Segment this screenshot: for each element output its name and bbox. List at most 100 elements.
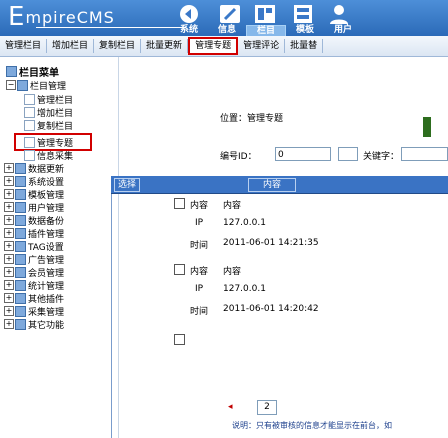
- tree-label: 增加栏目: [37, 108, 74, 119]
- logo-underline: [36, 27, 186, 28]
- entry-checkbox[interactable]: [174, 198, 185, 209]
- tab-batch-replace[interactable]: 批量替: [285, 39, 324, 53]
- tree-label: 其他插件: [28, 294, 65, 305]
- tree-group[interactable]: + 广告管理: [4, 253, 64, 266]
- entry-time: 2011-06-01 14:20:42: [223, 304, 319, 314]
- nav-user[interactable]: 用户: [324, 25, 362, 36]
- folder-icon: [17, 79, 28, 91]
- expand-icon[interactable]: +: [4, 215, 14, 225]
- tree-group[interactable]: + 采集管理: [4, 305, 65, 318]
- nav-template[interactable]: 模板: [286, 25, 324, 36]
- entry-checkbox[interactable]: [174, 264, 185, 275]
- folder-icon: [15, 162, 26, 174]
- prev-page-icon[interactable]: ◂: [228, 402, 233, 412]
- expand-icon[interactable]: +: [4, 202, 14, 212]
- page-number-box[interactable]: 2: [257, 400, 277, 415]
- user-icon[interactable]: [322, 2, 356, 26]
- tree-label: 用户管理: [28, 203, 65, 214]
- tree-item-collect[interactable]: 信息采集: [24, 149, 74, 162]
- tree-label: 复制栏目: [37, 121, 74, 132]
- expand-icon[interactable]: +: [4, 319, 14, 329]
- expand-icon[interactable]: +: [4, 293, 14, 303]
- doc-icon: [24, 93, 35, 105]
- tree-label: 模板管理: [28, 190, 65, 201]
- expand-icon[interactable]: +: [4, 280, 14, 290]
- tab-manage-topics[interactable]: 管理专题: [188, 37, 239, 55]
- top-header: EmpireCMS 系统 信息 栏目 模板 用户: [0, 0, 448, 38]
- entry-ip-label: IP: [195, 218, 204, 228]
- tree-group[interactable]: + 模板管理: [4, 188, 65, 201]
- folder-icon: [15, 188, 26, 200]
- tree-group[interactable]: + TAG设置: [4, 240, 64, 253]
- tree-group[interactable]: + 用户管理: [4, 201, 65, 214]
- collapse-icon[interactable]: −: [6, 80, 16, 90]
- tree-root[interactable]: 栏目菜单: [6, 65, 59, 79]
- tree-group[interactable]: + 其它功能: [4, 318, 65, 331]
- entry-value: 内容: [223, 201, 242, 211]
- tree-group[interactable]: + 数据备份: [4, 214, 64, 227]
- tab-manage-columns[interactable]: 管理栏目: [0, 39, 48, 53]
- expand-icon[interactable]: +: [4, 189, 14, 199]
- nav-info[interactable]: 信息: [208, 25, 246, 36]
- folder-icon: [15, 305, 26, 317]
- expand-icon[interactable]: +: [4, 163, 14, 173]
- tab-batch-update[interactable]: 批量更新: [141, 39, 189, 53]
- template-icon[interactable]: [286, 2, 320, 26]
- column-icon[interactable]: [248, 2, 282, 26]
- tree-root-label: 栏目菜单: [19, 67, 59, 79]
- tree-group[interactable]: + 会员管理: [4, 266, 64, 279]
- tree-group-column-manage[interactable]: − 栏目管理: [6, 79, 66, 92]
- entry-ip-label: IP: [195, 284, 204, 294]
- expand-icon[interactable]: +: [4, 176, 14, 186]
- folder-icon: [15, 292, 26, 304]
- list-header: 选择 内容: [111, 176, 448, 194]
- tab-add-column[interactable]: 增加栏目: [47, 39, 95, 53]
- tree-label: 数据更新: [28, 164, 65, 175]
- tree-label: 统计管理: [28, 281, 65, 292]
- search-id-input[interactable]: 0: [275, 147, 331, 161]
- tree-group[interactable]: + 其他插件: [4, 292, 65, 305]
- keyword-label: 关键字：: [363, 152, 400, 162]
- folder-icon: [15, 279, 26, 291]
- folder-icon: [15, 253, 26, 265]
- position-label: 位置：管理专题: [220, 114, 284, 124]
- tree-item-copy-column[interactable]: 复制栏目: [24, 119, 74, 132]
- panel-divider: [111, 176, 112, 438]
- expand-icon[interactable]: +: [4, 306, 14, 316]
- select-all-checkbox[interactable]: [174, 334, 185, 345]
- tree-group[interactable]: + 插件管理: [4, 227, 65, 240]
- expand-icon[interactable]: +: [4, 241, 14, 251]
- tree-group[interactable]: + 系统设置: [4, 175, 64, 188]
- tree-item-manage-columns[interactable]: 管理栏目: [24, 93, 73, 106]
- tab-copy-column[interactable]: 复制栏目: [94, 39, 142, 53]
- header-select: 选择: [114, 178, 141, 192]
- entry-ip: 127.0.0.1: [223, 218, 266, 228]
- expand-icon[interactable]: +: [4, 267, 14, 277]
- entry-time: 2011-06-01 14:21:35: [223, 238, 319, 248]
- search-extra-box[interactable]: [338, 147, 358, 161]
- folder-icon: [15, 214, 26, 226]
- tree-group[interactable]: + 数据更新: [4, 162, 65, 175]
- header-content: 内容: [248, 178, 296, 192]
- tree-item-add-column[interactable]: 增加栏目: [24, 106, 74, 119]
- tree-label: 采集管理: [28, 307, 65, 318]
- tree-group[interactable]: + 统计管理: [4, 279, 65, 292]
- doc-icon: [24, 119, 35, 131]
- expand-icon[interactable]: +: [4, 254, 14, 264]
- nav-system[interactable]: 系统: [170, 25, 208, 36]
- info-icon[interactable]: [213, 2, 247, 26]
- tree-label: 插件管理: [28, 229, 65, 240]
- system-icon[interactable]: [172, 2, 206, 26]
- folder-icon: [15, 227, 26, 239]
- tree-label: 信息采集: [37, 151, 74, 162]
- sub-tabs: 管理栏目 增加栏目 复制栏目 批量更新 管理专题 管理评论 批量替: [0, 36, 448, 57]
- tree-label: TAG设置: [28, 242, 64, 253]
- tab-manage-comments[interactable]: 管理评论: [238, 39, 286, 53]
- tree-label: 其它功能: [28, 320, 65, 331]
- entry-key: 内容: [190, 267, 209, 277]
- logo-letter: E: [8, 2, 26, 32]
- expand-icon[interactable]: +: [4, 228, 14, 238]
- keyword-input[interactable]: [401, 147, 448, 161]
- go-button[interactable]: [423, 117, 431, 137]
- entry-key: 内容: [190, 201, 209, 211]
